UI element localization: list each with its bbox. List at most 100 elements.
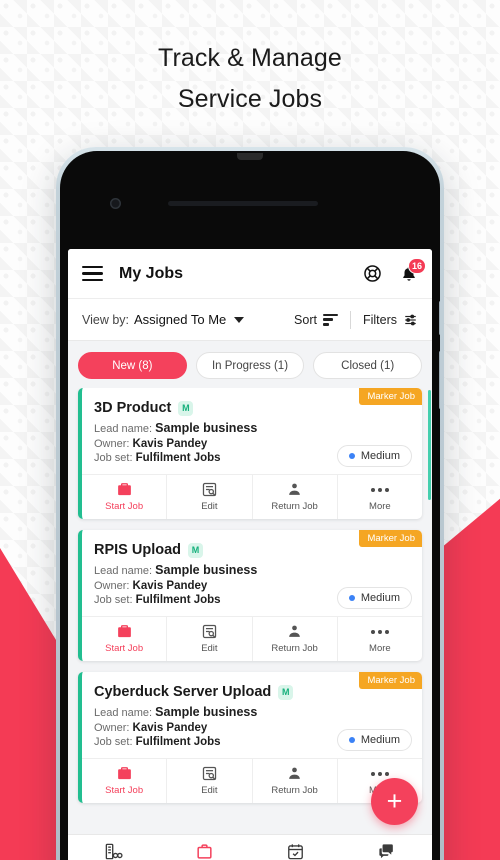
start-job-label: Start Job [105,501,144,512]
edit-document-icon [202,624,217,639]
phone-bezel: My Jobs 16 View by: Assigned To Me Sort … [60,151,440,860]
chevron-down-icon[interactable] [234,316,245,323]
filters-button[interactable]: Filters [363,313,418,327]
more-button[interactable]: More [338,617,422,661]
job-card-actions: Start Job Edit [82,616,422,661]
priority-label: Medium [360,734,400,746]
job-set-value: Fulfilment Jobs [135,452,221,464]
job-title-row: Cyberduck Server Upload M [94,684,410,700]
app-bar: My Jobs 16 [68,249,432,299]
owner-value: Kavis Pandey [132,579,208,592]
owner-label: Owner: [94,721,130,734]
sort-label: Sort [294,312,317,327]
view-by-value[interactable]: Assigned To Me [134,312,226,327]
hamburger-menu-icon[interactable] [82,265,103,282]
edit-label: Edit [201,643,218,654]
return-job-button[interactable]: Return Job [253,759,338,803]
start-job-button[interactable]: Start Job [82,617,168,661]
job-set-value: Fulfilment Jobs [135,736,221,748]
owner-value: Kavis Pandey [132,437,208,450]
edit-button[interactable]: Edit [167,617,253,661]
notification-badge: 16 [407,257,426,274]
nav-item-jobs[interactable]: Jobs [159,842,250,860]
return-job-label: Return Job [271,501,318,512]
job-card[interactable]: Marker Job 3D Product M Lead name: Sampl… [78,388,422,519]
more-dots-icon [370,481,389,498]
job-title-row: 3D Product M [94,400,410,416]
notification-bell-button[interactable]: 16 [400,257,426,284]
lead-name-label: Lead name: [94,707,153,719]
person-return-icon [289,483,300,495]
lead-name-row: Lead name: Sample business [94,705,410,719]
headline-line-2: Service Jobs [177,85,323,113]
more-button[interactable]: More [338,475,422,519]
manual-flag-badge: M [278,684,294,700]
chat-bubbles-icon [379,844,393,859]
lifebuoy-support-icon[interactable] [363,264,382,283]
priority-dot-icon [348,453,355,459]
job-title: 3D Product [94,400,172,416]
edit-label: Edit [201,501,218,512]
scrollbar[interactable] [428,390,431,500]
calendar-check-icon [288,844,303,860]
job-set-label: Job set: [94,594,133,606]
edit-document-icon [202,766,217,781]
app-bar-title: My Jobs [119,264,184,282]
job-card[interactable]: Marker Job RPIS Upload M Lead name: Samp… [78,530,422,661]
owner-label: Owner: [94,579,130,592]
bottom-navigation: Service Leads Jobs Meetings [68,834,432,860]
job-card-body: RPIS Upload M Lead name: Sample business… [82,530,422,616]
lead-name-label: Lead name: [94,423,153,435]
edit-button[interactable]: Edit [167,475,253,519]
owner-value: Kavis Pandey [132,721,208,734]
priority-dot-icon [348,737,355,743]
nav-item-meetings[interactable]: Meetings [250,842,341,860]
start-job-button[interactable]: Start Job [82,475,168,519]
job-title-row: RPIS Upload M [94,542,410,558]
briefcase-arrow-icon [117,767,131,780]
nav-item-chats[interactable]: Chats [341,842,432,860]
toolbar-divider [349,310,351,329]
lead-name-value: Sample business [155,421,258,435]
job-card-body: 3D Product M Lead name: Sample business … [82,388,422,474]
priority-label: Medium [360,450,400,462]
phone-notch [237,153,263,160]
briefcase-icon [197,844,212,859]
filters-label: Filters [362,312,397,327]
lead-name-row: Lead name: Sample business [94,421,410,435]
priority-dot-icon [348,595,355,601]
tab-in-progress[interactable]: In Progress (1) [195,352,305,379]
start-job-label: Start Job [105,785,144,796]
nav-item-service-leads[interactable]: Service Leads [68,842,159,860]
job-set-value: Fulfilment Jobs [135,594,221,606]
return-job-button[interactable]: Return Job [253,475,338,519]
tab-closed[interactable]: Closed (1) [313,352,423,379]
job-card[interactable]: Marker Job Cyberduck Server Upload M Lea… [78,672,422,803]
return-job-label: Return Job [271,643,318,654]
lead-name-value: Sample business [155,563,258,577]
job-card-actions: Start Job Edit [82,474,422,519]
lead-name-label: Lead name: [94,565,153,577]
job-set-label: Job set: [94,452,133,464]
phone-mockup: My Jobs 16 View by: Assigned To Me Sort … [56,147,444,860]
sort-button[interactable]: Sort [294,313,338,327]
add-job-fab[interactable]: + [371,778,418,825]
tab-new[interactable]: New (8) [78,352,187,379]
job-title: Cyberduck Server Upload [94,684,272,700]
job-card-body: Cyberduck Server Upload M Lead name: Sam… [82,672,422,758]
priority-chip: Medium [336,587,412,609]
front-camera-icon [110,198,121,209]
status-tabs: New (8) In Progress (1) Closed (1) [68,341,432,388]
more-dots-icon [370,623,389,640]
power-button[interactable] [439,301,440,335]
edit-button[interactable]: Edit [167,759,253,803]
start-job-button[interactable]: Start Job [82,759,168,803]
volume-button[interactable] [439,351,440,409]
job-list[interactable]: Marker Job 3D Product M Lead name: Sampl… [68,388,432,834]
lead-name-row: Lead name: Sample business [94,563,410,577]
manual-flag-badge: M [188,542,204,558]
return-job-label: Return Job [271,785,318,796]
return-job-button[interactable]: Return Job [253,617,338,661]
phone-screen: My Jobs 16 View by: Assigned To Me Sort … [68,249,432,860]
person-return-icon [289,767,300,779]
